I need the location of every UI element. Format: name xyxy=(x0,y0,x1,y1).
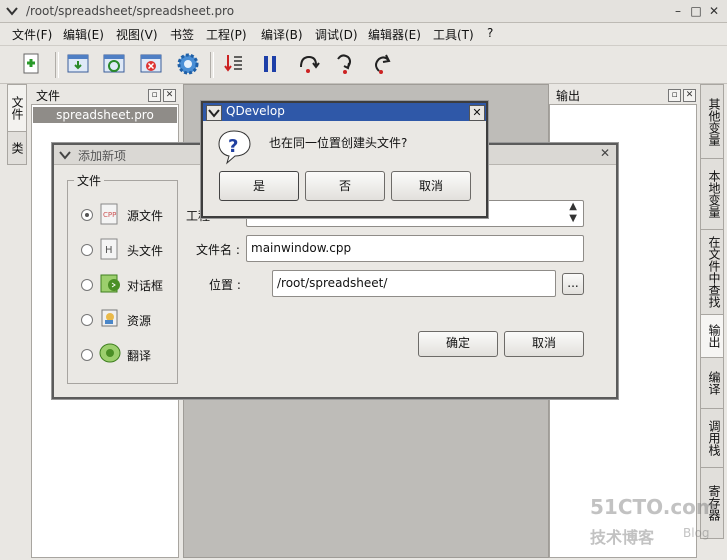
menu-help[interactable]: ? xyxy=(487,26,493,40)
menu-edit[interactable]: 编辑(E) xyxy=(63,26,104,43)
close-window-button[interactable]: ✕ xyxy=(706,3,722,19)
tab-local-variables[interactable]: 本地变量 xyxy=(700,158,724,230)
resource-icon xyxy=(99,307,119,327)
float-output-dock-button[interactable]: ▫ xyxy=(668,89,681,102)
filename-label: 文件名 : xyxy=(196,243,240,257)
menu-tools[interactable]: 工具(T) xyxy=(433,26,474,43)
svg-text:H: H xyxy=(105,245,113,256)
combobox-arrows-icon: ▲ ▼ xyxy=(569,201,577,224)
step-over-icon[interactable] xyxy=(295,51,321,77)
window-title: /root/spreadsheet/spreadsheet.pro xyxy=(26,4,235,18)
menu-bookmarks[interactable]: 书签 xyxy=(170,26,194,43)
new-file-icon[interactable] xyxy=(18,51,44,77)
menu-project[interactable]: 工程(P) xyxy=(206,26,247,43)
ok-button[interactable]: 确定 xyxy=(418,331,498,357)
radio-header-file[interactable] xyxy=(81,244,93,256)
question-dialog-menu-icon[interactable] xyxy=(206,105,222,121)
location-input[interactable]: /root/spreadsheet/ xyxy=(272,270,556,297)
pause-icon[interactable] xyxy=(257,51,283,77)
resource-label: 资源 xyxy=(127,314,152,328)
toolbar xyxy=(0,45,727,84)
step-into-icon[interactable] xyxy=(332,51,358,77)
add-dialog-close-button[interactable]: ✕ xyxy=(600,146,610,160)
toolbar-separator xyxy=(210,52,214,78)
radio-resource[interactable] xyxy=(81,314,93,326)
translation-label: 翻译 xyxy=(127,349,152,363)
radio-dialog[interactable] xyxy=(81,279,93,291)
header-file-label: 头文件 xyxy=(127,244,164,258)
question-cancel-button[interactable]: 取消 xyxy=(391,171,471,201)
tab-other-variables[interactable]: 其他变量 xyxy=(700,84,724,159)
tab-classes[interactable]: 类 xyxy=(7,131,27,165)
menu-file[interactable]: 文件(F) xyxy=(12,26,52,43)
toolbar-separator xyxy=(55,52,59,78)
maximize-button[interactable]: □ xyxy=(688,3,704,19)
radio-translation[interactable] xyxy=(81,349,93,361)
close-file-icon[interactable] xyxy=(138,51,164,77)
add-dialog-title: 添加新项 xyxy=(78,149,127,163)
close-output-dock-button[interactable]: ✕ xyxy=(683,89,696,102)
no-button[interactable]: 否 xyxy=(305,171,385,201)
filename-input[interactable]: mainwindow.cpp xyxy=(246,235,584,262)
watermark-text: 技术博客 xyxy=(590,528,655,547)
svg-text:?: ? xyxy=(228,136,238,157)
watermark-blog: Blog xyxy=(683,526,710,540)
question-dialog: QDevelop ✕ ? 也在同一位置创建头文件? 是 否 取消 xyxy=(201,101,488,218)
step-out-icon[interactable] xyxy=(369,51,395,77)
menu-debug[interactable]: 调试(D) xyxy=(315,26,358,43)
cpp-source-icon: CPP xyxy=(99,203,119,225)
source-file-label: 源文件 xyxy=(127,209,164,223)
minimize-button[interactable]: – xyxy=(670,3,686,19)
output-dock-title: 输出 xyxy=(556,89,581,103)
tab-files[interactable]: 文件 xyxy=(7,84,27,132)
question-icon: ? xyxy=(217,129,253,165)
header-file-icon: H xyxy=(99,238,119,260)
menubar: 文件(F) 编辑(E) 视图(V) 书签 工程(P) 编译(B) 调试(D) 编… xyxy=(0,23,727,44)
window-menu-icon[interactable] xyxy=(5,4,19,18)
close-dock-button[interactable]: ✕ xyxy=(163,89,176,102)
question-message: 也在同一位置创建头文件? xyxy=(269,136,408,150)
tab-build[interactable]: 编译 xyxy=(700,357,724,409)
watermark-logo: 51CTO.com xyxy=(590,495,717,519)
run-to-line-icon[interactable] xyxy=(220,51,246,77)
tab-find-in-files[interactable]: 在文件中查找 xyxy=(700,229,724,315)
file-type-group-label: 文件 xyxy=(74,172,105,189)
menu-build[interactable]: 编译(B) xyxy=(261,26,303,43)
radio-source-file[interactable] xyxy=(81,209,93,221)
translation-icon xyxy=(99,342,121,363)
save-all-icon[interactable] xyxy=(101,51,127,77)
dialog-form-icon xyxy=(99,272,120,293)
menu-view[interactable]: 视图(V) xyxy=(116,26,158,43)
tree-item-selected[interactable]: spreadsheet.pro xyxy=(33,107,177,123)
window-titlebar: /root/spreadsheet/spreadsheet.pro – □ ✕ xyxy=(0,0,727,23)
menu-editor[interactable]: 编辑器(E) xyxy=(368,26,421,43)
dialog-label: 对话框 xyxy=(127,279,164,293)
settings-gear-icon[interactable] xyxy=(175,51,201,77)
question-dialog-title: QDevelop xyxy=(226,104,285,118)
location-label: 位置 : xyxy=(209,278,241,292)
file-dock-title: 文件 xyxy=(36,89,61,103)
tab-output[interactable]: 输出 xyxy=(700,314,724,358)
dialog-menu-icon[interactable] xyxy=(58,148,72,162)
save-icon[interactable] xyxy=(65,51,91,77)
cancel-button[interactable]: 取消 xyxy=(504,331,584,357)
browse-button[interactable]: ... xyxy=(562,273,584,295)
float-dock-button[interactable]: ▫ xyxy=(148,89,161,102)
tab-call-stack[interactable]: 调用栈 xyxy=(700,408,724,468)
question-dialog-close-button[interactable]: ✕ xyxy=(469,105,485,121)
question-dialog-titlebar: QDevelop ✕ xyxy=(203,103,486,121)
yes-button[interactable]: 是 xyxy=(219,171,299,201)
svg-text:CPP: CPP xyxy=(103,211,116,219)
